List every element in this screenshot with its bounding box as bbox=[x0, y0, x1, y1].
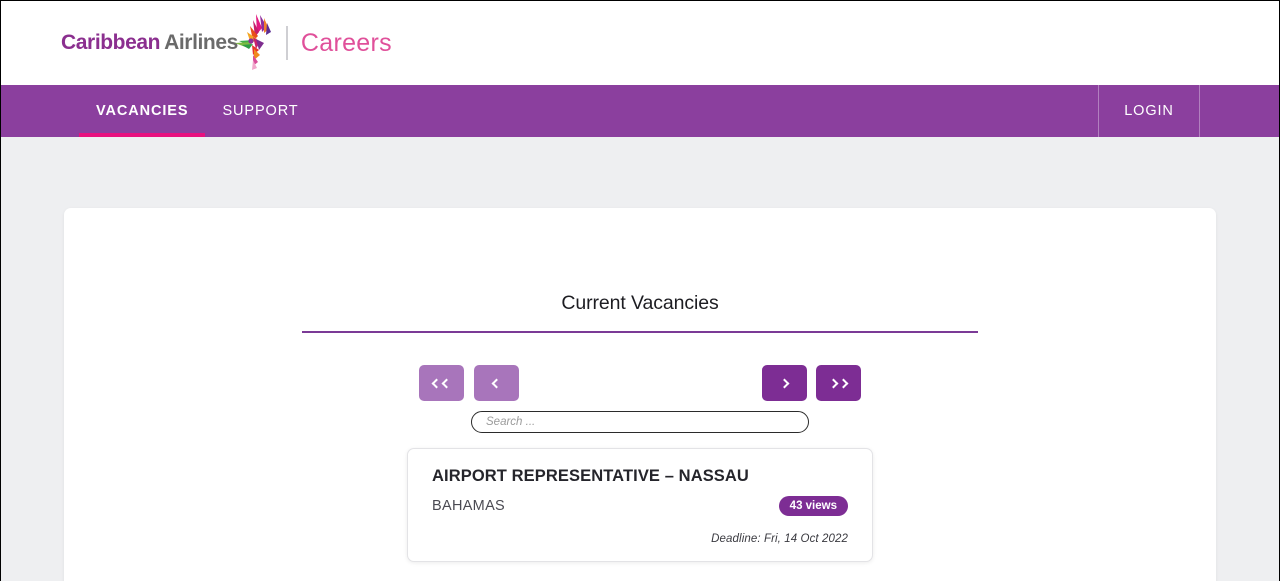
pagination-next-button[interactable] bbox=[762, 365, 807, 401]
views-badge: 43 views bbox=[778, 496, 848, 516]
nav-endcap bbox=[1200, 85, 1279, 137]
chevron-right-icon bbox=[838, 378, 849, 388]
nav-item-vacancies[interactable]: VACANCIES bbox=[79, 85, 206, 137]
pagination-last-button[interactable] bbox=[816, 365, 861, 401]
nav-items-group: VACANCIES SUPPORT bbox=[1, 85, 316, 137]
pagination-first-button[interactable] bbox=[419, 365, 464, 401]
login-button-label: LOGIN bbox=[1124, 103, 1174, 119]
main-navigation: VACANCIES SUPPORT LOGIN bbox=[1, 85, 1279, 137]
nav-item-vacancies-label: VACANCIES bbox=[96, 103, 189, 119]
page-title: Current Vacancies bbox=[561, 292, 719, 314]
chevron-left-icon bbox=[431, 378, 442, 388]
logo-wordmark: Caribbean Airlines bbox=[61, 31, 238, 55]
vacancy-deadline: Deadline: Fri, 14 Oct 2022 bbox=[711, 533, 848, 545]
vacancy-meta-row: BAHAMAS 43 views bbox=[432, 496, 848, 516]
page-body: Current Vacancies Search ... AIRPORT REP… bbox=[1, 137, 1279, 581]
chevron-right-icon bbox=[828, 378, 839, 388]
chevron-left-icon bbox=[491, 378, 502, 388]
vacancies-panel: Current Vacancies Search ... AIRPORT REP… bbox=[64, 208, 1216, 581]
logo-divider bbox=[285, 26, 288, 60]
nav-item-support-label: SUPPORT bbox=[222, 103, 299, 119]
search-input[interactable] bbox=[471, 411, 809, 433]
site-logo[interactable]: Caribbean Airlines Careers bbox=[61, 12, 392, 74]
site-header: Caribbean Airlines Careers bbox=[1, 1, 1279, 85]
vacancy-title: AIRPORT REPRESENTATIVE – NASSAU bbox=[432, 467, 749, 485]
nav-right-group: LOGIN bbox=[1098, 85, 1279, 137]
vacancies-panel-inner: Current Vacancies Search ... AIRPORT REP… bbox=[64, 208, 1216, 562]
hummingbird-icon bbox=[226, 12, 280, 74]
login-button[interactable]: LOGIN bbox=[1099, 85, 1199, 137]
nav-item-support[interactable]: SUPPORT bbox=[205, 85, 315, 137]
search-container bbox=[302, 411, 978, 433]
title-underline bbox=[302, 331, 978, 333]
vacancy-list: AIRPORT REPRESENTATIVE – NASSAU BAHAMAS … bbox=[302, 448, 978, 562]
logo-site-label: Careers bbox=[300, 28, 392, 57]
logo-brand-primary: Caribbean bbox=[61, 31, 161, 54]
vacancy-card[interactable]: AIRPORT REPRESENTATIVE – NASSAU BAHAMAS … bbox=[407, 448, 873, 562]
vacancy-location: BAHAMAS bbox=[432, 498, 506, 514]
pagination-prev-button[interactable] bbox=[474, 365, 519, 401]
chevron-right-icon bbox=[779, 378, 790, 388]
pagination-controls bbox=[302, 365, 978, 401]
chevron-left-icon bbox=[441, 378, 452, 388]
